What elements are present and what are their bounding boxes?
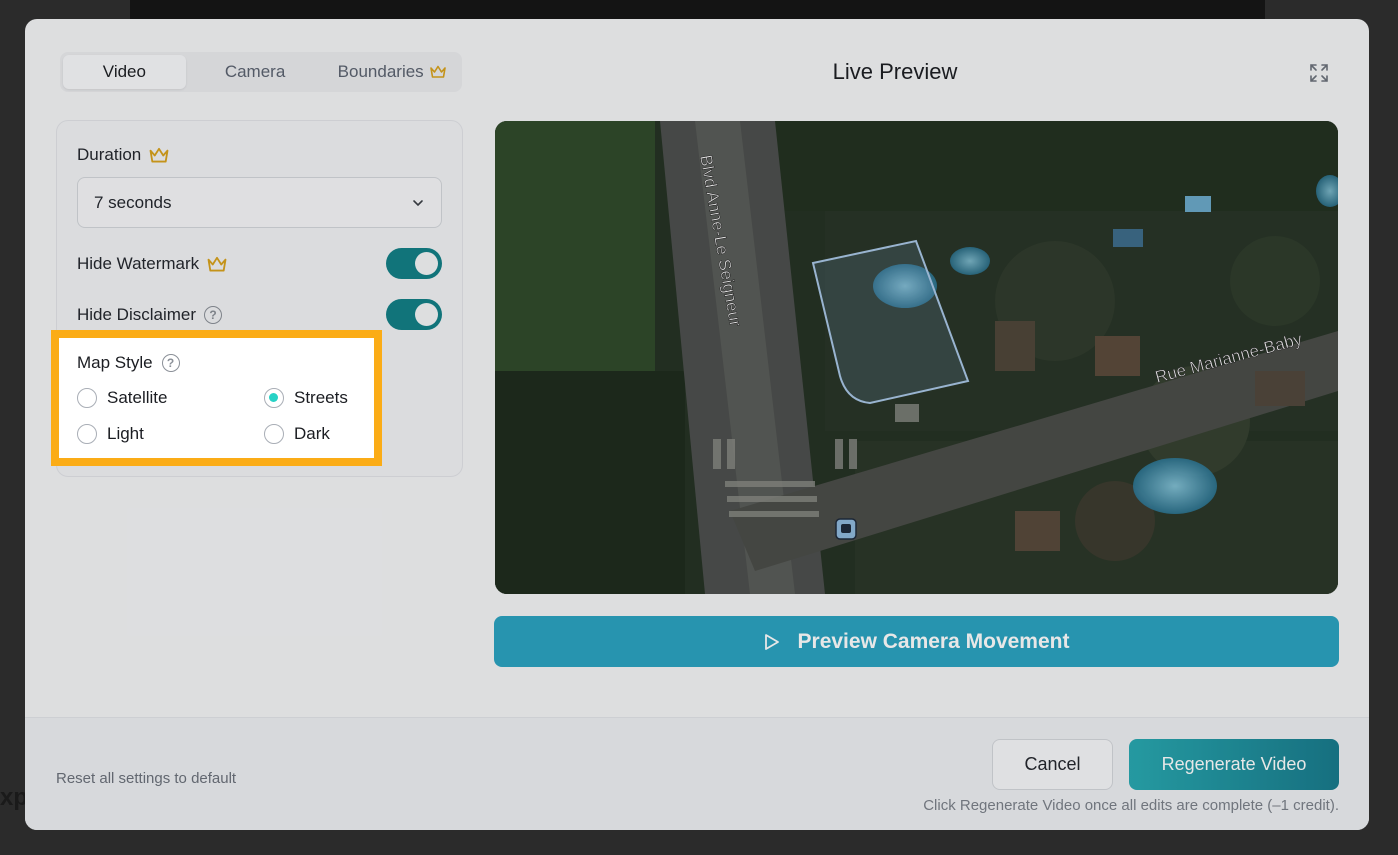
regenerate-label: Regenerate Video <box>1161 754 1307 774</box>
duration-select[interactable]: 7 seconds <box>77 177 442 228</box>
radio-button[interactable] <box>264 424 284 444</box>
tab-camera-label: Camera <box>224 62 286 81</box>
tab-boundaries-label: Boundaries <box>337 62 424 81</box>
tab-video-label: Video <box>102 62 146 81</box>
radio-button[interactable] <box>77 388 97 408</box>
map-style-option-streets[interactable]: Streets <box>264 388 348 408</box>
duration-label: Duration <box>77 145 169 165</box>
help-icon[interactable]: ? <box>204 306 223 324</box>
hide-watermark-text: Hide Watermark <box>77 254 200 273</box>
hide-watermark-toggle[interactable] <box>386 248 442 279</box>
regenerate-video-button[interactable]: Regenerate Video <box>1129 739 1339 790</box>
option-label: Streets <box>294 388 348 407</box>
live-preview-title: Live Preview <box>832 59 958 84</box>
chevron-down-icon <box>413 199 423 206</box>
option-label: Light <box>107 424 144 443</box>
play-icon <box>764 633 779 650</box>
preview-camera-movement-button[interactable]: Preview Camera Movement <box>494 616 1339 667</box>
credit-note: Click Regenerate Video once all edits ar… <box>923 797 1339 814</box>
preview-button-label: Preview Camera Movement <box>797 629 1070 653</box>
crown-icon <box>149 147 169 162</box>
cancel-label: Cancel <box>1024 754 1081 774</box>
settings-tabs: Video Camera Boundaries <box>60 52 462 92</box>
radio-button[interactable] <box>77 424 97 444</box>
option-label: Satellite <box>107 388 168 407</box>
duration-value: 7 seconds <box>94 192 172 212</box>
map-style-option-light[interactable]: Light <box>77 424 144 444</box>
toggle-knob <box>415 303 438 326</box>
radio-button-checked[interactable] <box>264 388 284 408</box>
toggle-knob <box>415 252 438 275</box>
tab-video[interactable]: Video <box>63 55 186 89</box>
map-style-option-dark[interactable]: Dark <box>264 424 330 444</box>
hide-disclaimer-toggle[interactable] <box>386 299 442 330</box>
tab-camera[interactable]: Camera <box>186 55 325 89</box>
hide-disclaimer-text: Hide Disclaimer <box>77 305 197 324</box>
map-style-label: Map Style ? <box>77 353 180 373</box>
crown-icon <box>429 65 446 78</box>
duration-label-text: Duration <box>77 145 142 164</box>
background-page-text: xp <box>0 784 29 811</box>
crown-icon <box>207 256 227 271</box>
hide-disclaimer-label: Hide Disclaimer ? <box>77 305 223 325</box>
satellite-map-image: Blvd Anne-Le Seigneur Rue Marianne-Baby <box>495 121 1338 594</box>
option-label: Dark <box>294 424 330 443</box>
map-style-label-text: Map Style <box>77 353 153 372</box>
cancel-button[interactable]: Cancel <box>992 739 1113 790</box>
map-preview[interactable]: Blvd Anne-Le Seigneur Rue Marianne-Baby <box>495 121 1338 594</box>
tab-boundaries[interactable]: Boundaries <box>324 55 459 89</box>
help-icon[interactable]: ? <box>161 354 180 372</box>
reset-settings-link[interactable]: Reset all settings to default <box>56 770 236 787</box>
map-style-highlight: Map Style ? Satellite Streets Light Dark <box>51 330 382 466</box>
map-style-option-satellite[interactable]: Satellite <box>77 388 167 408</box>
hide-watermark-label: Hide Watermark <box>77 254 227 274</box>
expand-icon[interactable] <box>1309 63 1329 83</box>
